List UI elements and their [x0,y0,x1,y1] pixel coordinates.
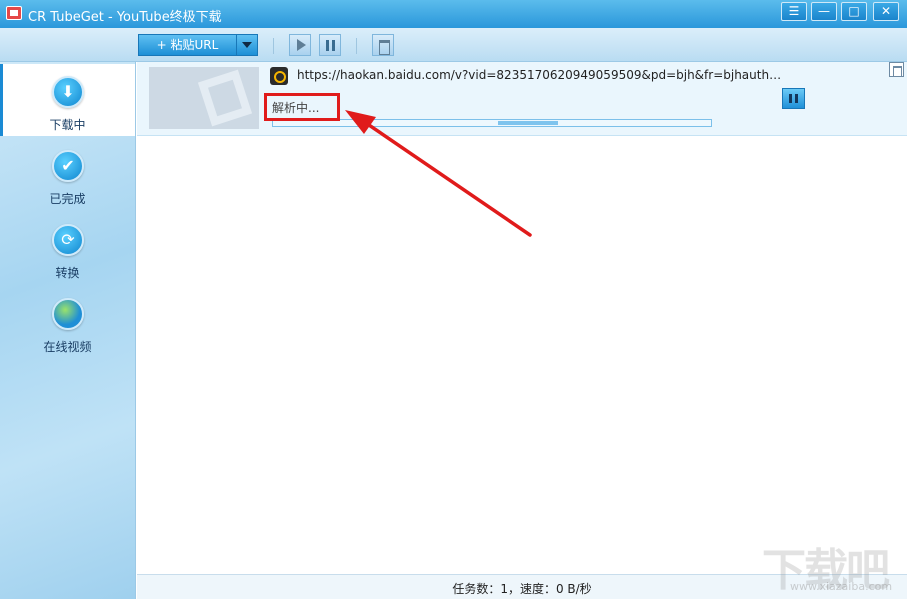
task-delete-icon[interactable] [889,62,904,77]
maximize-button[interactable]: □ [841,2,867,21]
app-logo-icon [6,6,22,20]
globe-icon [52,298,84,330]
minimize-button[interactable]: — [811,2,837,21]
task-url: https://haokan.baidu.com/v?vid=823517062… [297,68,787,82]
sidebar-item-downloading[interactable]: ⬇ 下载中 [0,64,135,136]
sidebar-item-label: 下载中 [49,118,86,132]
task-progress-indicator [498,121,558,125]
close-button[interactable]: ✕ [873,2,899,21]
window-title: CR TubeGet - YouTube终极下载 [28,10,222,25]
start-button[interactable] [289,34,311,56]
menu-button[interactable]: ☰ [781,2,807,21]
sidebar-item-convert[interactable]: ⟳ 转换 [0,212,135,284]
download-list: https://haokan.baidu.com/v?vid=823517062… [137,62,907,574]
paste-url-dropdown-button[interactable] [236,34,258,56]
sidebar-item-online-video[interactable]: 在线视频 [0,286,135,358]
sidebar: ⬇ 下载中 ✔ 已完成 ⟳ 转换 在线视频 [0,62,136,599]
paste-url-button[interactable]: + 粘贴URL [138,34,236,56]
toolbar-separator [273,38,274,54]
toolbar: + 粘贴URL [0,28,907,62]
annotation-highlight-box [264,93,340,121]
title-bar: CR TubeGet - YouTube终极下载 ☰ — □ ✕ [0,0,907,28]
convert-icon: ⟳ [52,224,84,256]
task-pause-button[interactable] [782,88,805,109]
sidebar-item-label: 转换 [55,266,80,280]
sidebar-item-label: 在线视频 [43,340,92,354]
sidebar-item-label: 已完成 [49,192,86,206]
watermark-url: www.xiazaiba.com [790,580,893,593]
toolbar-separator [356,38,357,54]
pause-button[interactable] [319,34,341,56]
delete-button[interactable] [372,34,394,56]
task-row[interactable]: https://haokan.baidu.com/v?vid=823517062… [137,62,907,136]
video-thumbnail [149,67,259,129]
check-icon: ✔ [52,150,84,182]
sidebar-item-completed[interactable]: ✔ 已完成 [0,138,135,210]
film-reel-icon [197,69,253,127]
haokan-icon [270,67,288,85]
download-icon: ⬇ [52,76,84,108]
